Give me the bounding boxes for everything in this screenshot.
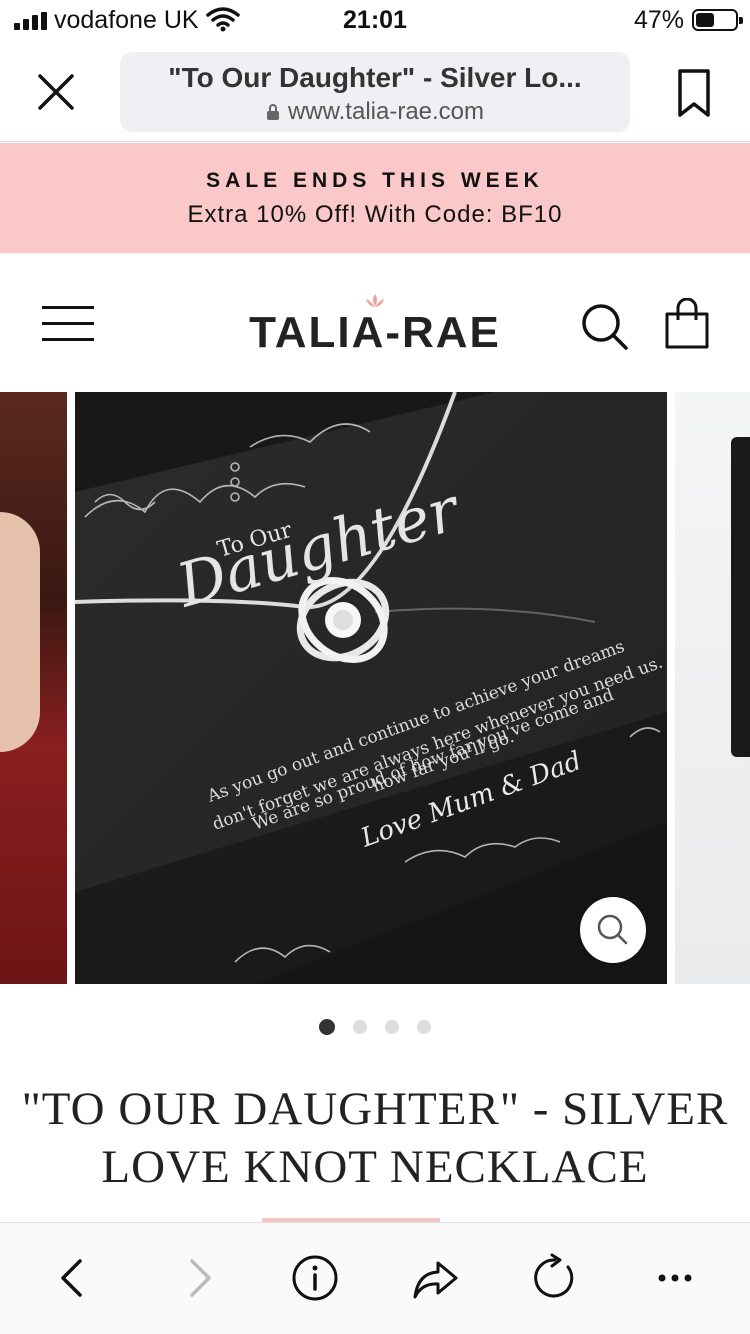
battery-percent: 47% xyxy=(633,6,684,34)
zoom-icon xyxy=(597,914,628,945)
gift-box-fragment xyxy=(731,437,750,757)
promo-title: SALE ENDS THIS WEEK xyxy=(206,169,544,192)
product-image: To Our Daughter As you go out and contin… xyxy=(75,392,667,984)
lock-icon xyxy=(266,104,279,120)
chevron-right-icon[interactable] xyxy=(174,1253,224,1303)
model-photo-fragment xyxy=(0,512,40,752)
page-title-label: "To Our Daughter" - Silver Lo... xyxy=(168,62,582,93)
bookmark-icon[interactable] xyxy=(676,68,712,118)
product-title: "TO OUR DAUGHTER" - SILVER LOVE KNOT NEC… xyxy=(20,1080,730,1196)
product-title-line-1: "TO OUR DAUGHTER" - SILVER xyxy=(21,1083,729,1135)
carousel-dot-3[interactable] xyxy=(385,1020,399,1034)
product-title-line-2: LOVE KNOT NECKLACE xyxy=(101,1141,649,1193)
reload-icon[interactable] xyxy=(530,1253,580,1303)
product-image-carousel[interactable]: To Our Daughter As you go out and contin… xyxy=(0,392,750,984)
info-icon[interactable] xyxy=(290,1253,340,1303)
shopping-bag-icon[interactable] xyxy=(662,298,712,350)
carousel-dot-2[interactable] xyxy=(353,1020,367,1034)
logo-text: TALIA-RAE xyxy=(249,308,501,357)
chevron-left-icon[interactable] xyxy=(48,1253,98,1303)
zoom-button[interactable] xyxy=(580,897,646,963)
carousel-slide-current[interactable]: To Our Daughter As you go out and contin… xyxy=(75,392,667,984)
url-domain: www.talia-rae.com xyxy=(287,98,485,125)
carousel-pagination xyxy=(0,1019,750,1035)
share-icon[interactable] xyxy=(410,1253,460,1303)
url-domain-row: www.talia-rae.com xyxy=(120,98,630,126)
carousel-slide-next[interactable] xyxy=(675,392,750,984)
promo-banner[interactable]: SALE ENDS THIS WEEK Extra 10% Off! With … xyxy=(0,143,750,253)
battery-icon xyxy=(692,9,743,31)
search-icon[interactable] xyxy=(580,302,630,352)
browser-toolbar xyxy=(0,1222,750,1334)
site-header: TALIA-RAE xyxy=(0,253,750,392)
url-field[interactable]: "To Our Daughter" - Silver Lo... www.tal… xyxy=(120,52,630,132)
browser-address-bar: "To Our Daughter" - Silver Lo... www.tal… xyxy=(0,42,750,142)
site-logo[interactable]: TALIA-RAE xyxy=(0,292,750,358)
more-icon[interactable] xyxy=(650,1253,700,1303)
status-bar: vodafone UK 21:01 47% xyxy=(0,0,750,42)
carousel-slide-previous[interactable] xyxy=(0,392,67,984)
promo-subtitle: Extra 10% Off! With Code: BF10 xyxy=(187,201,563,228)
carousel-dot-1[interactable] xyxy=(319,1019,335,1035)
close-icon[interactable] xyxy=(34,70,78,114)
carousel-dot-4[interactable] xyxy=(417,1020,431,1034)
